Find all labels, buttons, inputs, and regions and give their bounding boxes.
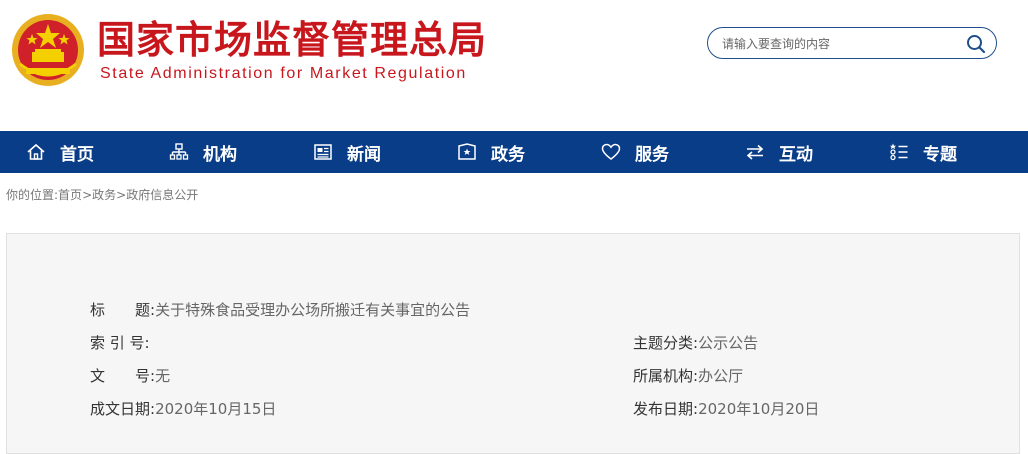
main-nav: 首页 机构 新闻 政务 服务 互动 专题 xyxy=(0,131,1028,173)
breadcrumb-link-home[interactable]: 首页 xyxy=(58,188,82,202)
search-input[interactable] xyxy=(720,33,964,55)
nav-label-interact: 互动 xyxy=(779,144,813,165)
national-emblem-icon[interactable] xyxy=(10,12,86,88)
search-box xyxy=(707,27,997,59)
news-icon xyxy=(314,144,332,160)
breadcrumb-link-gov-info[interactable]: 政府信息公开 xyxy=(126,188,198,202)
exchange-arrows-icon xyxy=(746,144,764,160)
field-agency-value: 办公厅 xyxy=(698,367,744,385)
field-agency: 所属机构:办公厅 xyxy=(633,365,743,386)
site-header: 国家市场监督管理总局 State Administration for Mark… xyxy=(0,0,1028,130)
document-info-panel: 标 题:关于特殊食品受理办公场所搬迁有关事宜的公告 索 引 号: 主题分类:公示… xyxy=(6,233,1020,454)
field-title-label: 标 题: xyxy=(90,301,156,319)
field-topic-label: 主题分类: xyxy=(633,334,699,352)
nav-item-topics[interactable]: 专题 xyxy=(889,131,957,173)
org-chart-icon xyxy=(169,143,189,160)
breadcrumb: 你的位置:首页>政务>政府信息公开 xyxy=(6,186,198,203)
field-title: 标 题:关于特殊食品受理办公场所搬迁有关事宜的公告 xyxy=(90,299,470,320)
field-doc-number-value: 无 xyxy=(155,367,171,385)
field-publish-date-label: 发布日期: xyxy=(633,400,699,418)
field-agency-label: 所属机构: xyxy=(633,367,699,385)
nav-label-service: 服务 xyxy=(635,144,669,165)
nav-label-topics: 专题 xyxy=(923,144,957,165)
government-affairs-icon xyxy=(458,143,476,160)
nav-label-home: 首页 xyxy=(60,144,94,165)
nav-item-interact[interactable]: 互动 xyxy=(745,131,813,173)
nav-label-news: 新闻 xyxy=(347,144,381,165)
field-written-date: 成文日期:2020年10月15日 xyxy=(90,398,276,419)
breadcrumb-link-affairs[interactable]: 政务 xyxy=(92,188,116,202)
field-doc-number: 文 号:无 xyxy=(90,365,170,386)
nav-label-org: 机构 xyxy=(203,144,237,165)
heart-icon xyxy=(601,143,621,160)
nav-item-news[interactable]: 新闻 xyxy=(313,131,381,173)
field-title-value: 关于特殊食品受理办公场所搬迁有关事宜的公告 xyxy=(155,301,471,319)
field-publish-date: 发布日期:2020年10月20日 xyxy=(633,398,819,419)
site-title-cn[interactable]: 国家市场监督管理总局 xyxy=(97,16,487,64)
field-written-date-label: 成文日期: xyxy=(90,400,156,418)
site-title-en: State Administration for Market Regulati… xyxy=(100,65,467,82)
field-written-date-value: 2020年10月15日 xyxy=(155,400,277,418)
field-index-label: 索 引 号: xyxy=(90,334,150,352)
field-topic: 主题分类:公示公告 xyxy=(633,332,758,353)
breadcrumb-separator: > xyxy=(116,188,127,202)
nav-item-home[interactable]: 首页 xyxy=(26,131,94,173)
field-index: 索 引 号: xyxy=(90,332,150,353)
field-publish-date-value: 2020年10月20日 xyxy=(698,400,820,418)
home-icon xyxy=(27,143,45,160)
topics-list-icon xyxy=(889,143,908,161)
breadcrumb-prefix: 你的位置: xyxy=(6,188,59,202)
breadcrumb-separator: > xyxy=(82,188,93,202)
search-icon[interactable] xyxy=(966,34,986,54)
nav-label-affairs: 政务 xyxy=(491,144,525,165)
field-topic-value: 公示公告 xyxy=(698,334,759,352)
nav-item-org[interactable]: 机构 xyxy=(169,131,237,173)
field-doc-number-label: 文 号: xyxy=(90,367,156,385)
nav-item-service[interactable]: 服务 xyxy=(601,131,669,173)
nav-item-affairs[interactable]: 政务 xyxy=(457,131,525,173)
